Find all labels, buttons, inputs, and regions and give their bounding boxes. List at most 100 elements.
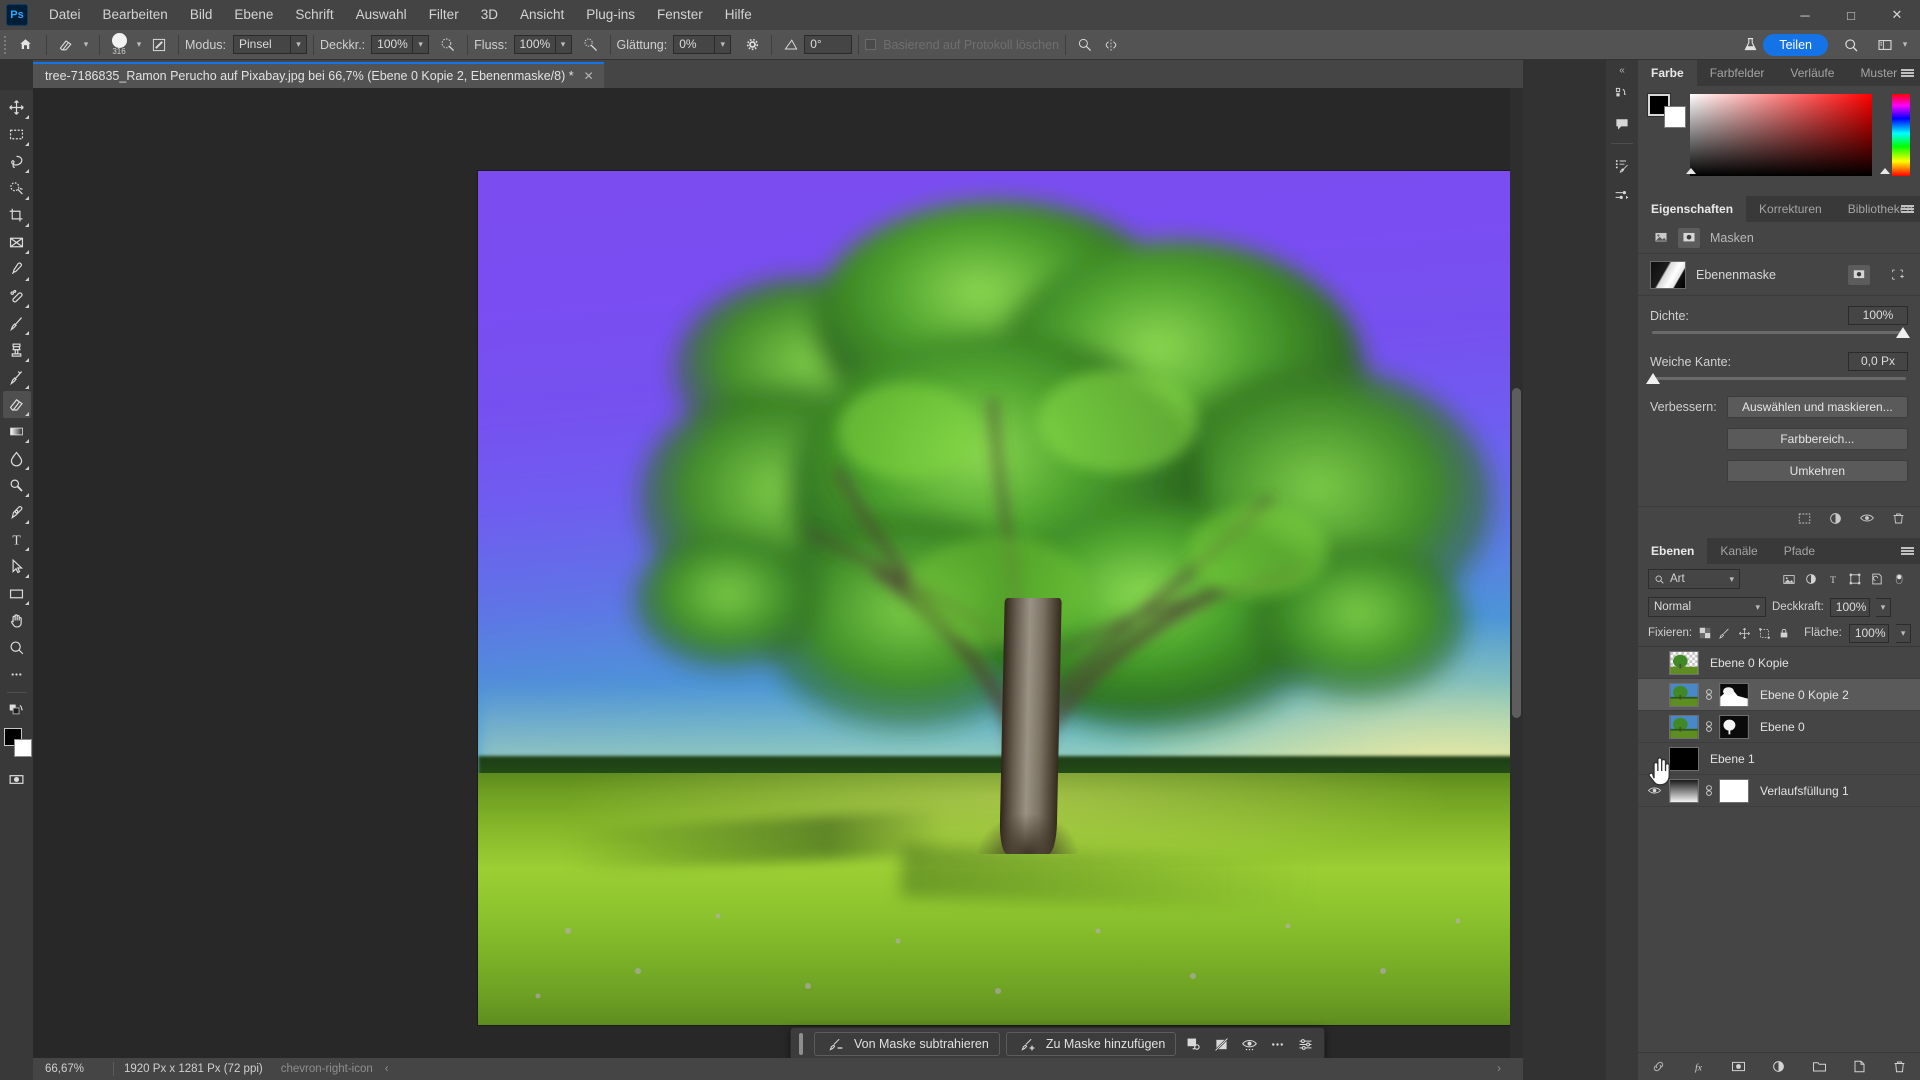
toolbar-drag-handle[interactable]	[799, 1033, 803, 1055]
layer-thumbnail[interactable]	[1669, 778, 1699, 803]
crop-tool[interactable]	[3, 202, 31, 229]
status-expand-icon[interactable]: chevron-right-icon	[281, 1063, 373, 1075]
add-to-mask-button[interactable]: Zu Maske hinzufügen	[1005, 1032, 1177, 1056]
canvas-vertical-scrollbar[interactable]	[1510, 88, 1523, 1066]
table-row[interactable]: Ebene 0 Kopie	[1638, 647, 1920, 679]
eraser-preset-caret[interactable]: ▾	[79, 35, 93, 54]
density-slider-knob[interactable]	[1896, 327, 1910, 338]
opacity-caret[interactable]: ▾	[413, 35, 430, 54]
smart-object-filter-icon[interactable]	[1866, 569, 1888, 589]
brush-tool[interactable]	[3, 310, 31, 337]
layer-visibility-toggle[interactable]	[1644, 679, 1664, 711]
mask-floating-toolbar[interactable]: Von Maske subtrahieren Zu Maske hinzufüg…	[790, 1027, 1326, 1061]
layer-mask-thumbnail[interactable]	[1719, 714, 1749, 739]
menu-bearbeiten[interactable]: Bearbeiten	[92, 0, 179, 30]
tab-pfade[interactable]: Pfade	[1771, 538, 1828, 564]
tab-farbe[interactable]: Farbe	[1638, 60, 1697, 86]
layer-fill-input[interactable]: 100%	[1848, 623, 1889, 643]
blur-tool[interactable]	[3, 445, 31, 472]
pressure-opacity-icon[interactable]	[435, 32, 461, 58]
table-row[interactable]: Verlaufsfüllung 1	[1638, 775, 1920, 807]
layer-opacity-input[interactable]: 100%	[1829, 597, 1870, 617]
zoom-tool[interactable]	[3, 634, 31, 661]
lock-all-icon[interactable]	[1778, 626, 1790, 641]
menu-hilfe[interactable]: Hilfe	[714, 0, 763, 30]
frame-tool[interactable]	[3, 229, 31, 256]
layer-visibility-toggle[interactable]	[1644, 775, 1664, 807]
layer-opacity-caret[interactable]: ▾	[1875, 597, 1891, 617]
tab-ebenen[interactable]: Ebenen	[1638, 538, 1708, 564]
rectangle-tool[interactable]	[3, 580, 31, 607]
panel-menu-icon[interactable]	[1901, 60, 1914, 86]
new-adjustment-icon[interactable]	[1769, 1057, 1789, 1077]
toggle-visibility-icon[interactable]	[1859, 510, 1875, 529]
layer-visibility-toggle[interactable]	[1644, 647, 1664, 679]
gear-icon[interactable]	[739, 32, 765, 58]
eraser-tool-icon[interactable]	[53, 32, 79, 58]
double-chevron-left-icon[interactable]: «	[1606, 62, 1638, 78]
angle-input[interactable]: 0°	[804, 35, 853, 54]
hand-tool[interactable]	[3, 607, 31, 634]
density-slider[interactable]	[1652, 327, 1910, 338]
layer-mask-thumbnail[interactable]	[1719, 778, 1749, 803]
lock-image-icon[interactable]	[1718, 626, 1731, 641]
color-field[interactable]	[1690, 94, 1872, 176]
blend-mode-select[interactable]: Normal ▾	[1648, 597, 1766, 617]
workspace-caret-icon[interactable]: ▾	[1898, 35, 1912, 54]
clone-stamp-tool[interactable]	[3, 337, 31, 364]
color-swatches[interactable]	[2, 728, 32, 760]
menu-ebene[interactable]: Ebene	[223, 0, 284, 30]
feather-slider[interactable]	[1646, 373, 1906, 384]
zoom-level[interactable]: 66,67%	[33, 1063, 103, 1075]
tab-farbfelder[interactable]: Farbfelder	[1697, 60, 1778, 86]
new-group-icon[interactable]	[1809, 1057, 1829, 1077]
load-selection-icon[interactable]	[1797, 511, 1812, 529]
tab-kanaele[interactable]: Kanäle	[1707, 538, 1770, 564]
layer-mask-thumbnail[interactable]	[1650, 260, 1686, 289]
color-panel-swatches[interactable]	[1647, 93, 1688, 128]
lasso-tool[interactable]	[3, 148, 31, 175]
menu-fenster[interactable]: Fenster	[646, 0, 714, 30]
sliders-icon[interactable]	[1294, 1032, 1316, 1056]
brush-presets-icon[interactable]	[1609, 181, 1635, 209]
status-collapse-icon[interactable]: ‹	[385, 1063, 389, 1075]
select-mask-icon[interactable]	[1848, 264, 1870, 285]
type-tool[interactable]: T	[3, 526, 31, 553]
close-icon[interactable]: ✕	[584, 69, 594, 83]
eyedropper-tool[interactable]	[3, 256, 31, 283]
tab-korrekturen[interactable]: Korrekturen	[1746, 196, 1835, 222]
chevron-down-icon[interactable]: ▾	[1755, 602, 1760, 613]
angle-icon[interactable]	[778, 32, 804, 58]
apply-mask-icon[interactable]	[1828, 511, 1843, 529]
selection-settings-icon[interactable]	[1182, 1032, 1204, 1056]
shape-filter-icon[interactable]	[1844, 569, 1866, 589]
workspace-icon[interactable]	[1872, 32, 1898, 58]
delete-mask-icon[interactable]	[1891, 511, 1906, 529]
feather-slider-knob[interactable]	[1646, 373, 1660, 384]
scroll-thumb[interactable]	[1512, 388, 1521, 718]
options-bar-grip[interactable]	[0, 30, 10, 60]
layer-mask-thumbnail[interactable]	[1719, 682, 1749, 707]
default-colors-icon[interactable]	[3, 697, 31, 724]
flow-input[interactable]: 100%	[513, 35, 556, 54]
ellipsis-icon[interactable]	[1266, 1032, 1288, 1056]
rect-marquee-tool[interactable]	[3, 121, 31, 148]
select-and-mask-button[interactable]: Auswählen und maskieren...	[1726, 396, 1908, 418]
menu-auswahl[interactable]: Auswahl	[345, 0, 418, 30]
menu-filter[interactable]: Filter	[418, 0, 470, 30]
flow-caret[interactable]: ▾	[555, 35, 572, 54]
new-layer-icon[interactable]	[1850, 1057, 1870, 1077]
layer-mask-link-icon[interactable]	[1704, 688, 1714, 701]
layer-fill-caret[interactable]: ▾	[1895, 623, 1911, 643]
share-button[interactable]: Teilen	[1763, 33, 1828, 56]
panel-menu-icon[interactable]	[1901, 538, 1914, 564]
brush-size-preview[interactable]: 316	[106, 32, 132, 58]
search-icon[interactable]	[1838, 32, 1864, 58]
subtract-from-mask-button[interactable]: Von Maske subtrahieren	[814, 1032, 1000, 1056]
canvas-area[interactable]	[33, 88, 1523, 1080]
menu-schrift[interactable]: Schrift	[284, 0, 344, 30]
move-tool[interactable]	[3, 94, 31, 121]
menu-plugins[interactable]: Plug-ins	[575, 0, 646, 30]
adjustment-filter-icon[interactable]	[1800, 569, 1822, 589]
vector-mask-icon[interactable]	[1678, 227, 1700, 248]
